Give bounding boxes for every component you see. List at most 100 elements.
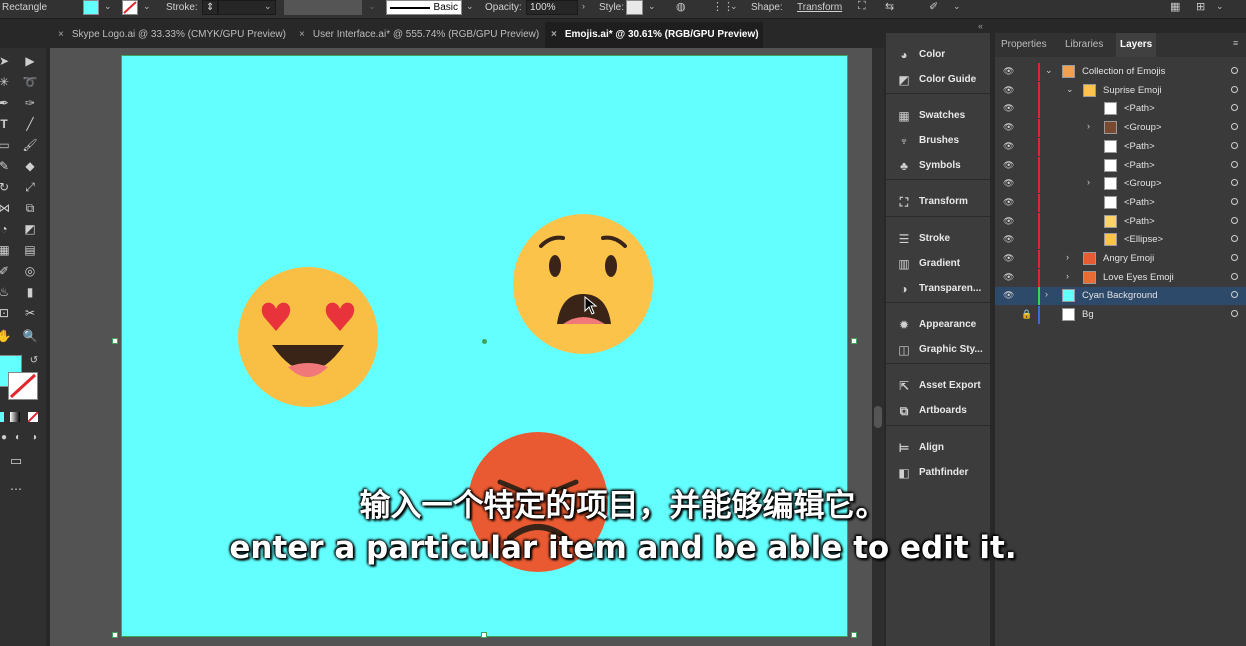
line-tool-icon[interactable]: ╱ bbox=[22, 116, 38, 132]
layer-row[interactable]: 👁 <Path> bbox=[995, 212, 1246, 231]
paintbrush-tool-icon[interactable]: 🖌 bbox=[22, 137, 38, 153]
zoom-tool-icon[interactable]: 🔍 bbox=[22, 328, 38, 344]
visibility-eye-icon[interactable]: 👁 bbox=[1003, 234, 1014, 245]
swap-fill-stroke-icon[interactable]: ↺ bbox=[26, 353, 42, 369]
target-circle-icon[interactable] bbox=[1231, 123, 1238, 131]
mesh-tool-icon[interactable]: ▦ bbox=[0, 242, 12, 258]
opacity-input[interactable]: 100% bbox=[526, 0, 578, 15]
dock-item-brushes[interactable]: ♆ Brushes bbox=[886, 130, 990, 152]
gradient-mode-icon[interactable] bbox=[10, 412, 20, 422]
arrange-documents-icon[interactable]: ▦ bbox=[1170, 0, 1180, 13]
brush-definition[interactable]: Basic bbox=[386, 0, 462, 15]
pencil-tool-icon[interactable]: ✎ bbox=[0, 158, 12, 174]
pen-tool-icon[interactable]: ✒ bbox=[0, 95, 12, 111]
visibility-eye-icon[interactable]: 👁 bbox=[1003, 103, 1014, 114]
layer-row[interactable]: 🔒 Bg bbox=[995, 306, 1246, 325]
chevron-down-icon[interactable]: ⌄ bbox=[1045, 65, 1053, 76]
type-tool-icon[interactable]: T bbox=[0, 116, 12, 132]
target-circle-icon[interactable] bbox=[1231, 104, 1238, 112]
rotate-tool-icon[interactable]: ↻ bbox=[0, 179, 12, 195]
dock-item-color[interactable]: ◕ Color bbox=[886, 44, 990, 66]
collapse-panels-icon[interactable]: « bbox=[978, 21, 983, 31]
dock-item-stroke[interactable]: ☰ Stroke bbox=[886, 228, 990, 250]
reflect-icon[interactable]: ⇆ bbox=[885, 0, 894, 13]
color-mode-icon[interactable] bbox=[0, 412, 4, 422]
layer-row[interactable]: 👁 <Ellipse> bbox=[995, 231, 1246, 250]
dock-item-align[interactable]: ⊨ Align bbox=[886, 437, 990, 459]
draw-inside-icon[interactable]: ◑ bbox=[26, 430, 42, 446]
layer-row[interactable]: 👁 › Cyan Background bbox=[995, 287, 1246, 306]
layer-row[interactable]: 👁 <Path> bbox=[995, 156, 1246, 175]
selection-handle[interactable] bbox=[112, 632, 118, 638]
chevron-down-icon[interactable]: ⌄ bbox=[730, 1, 738, 12]
target-circle-icon[interactable] bbox=[1231, 141, 1238, 149]
scrollbar-thumb[interactable] bbox=[874, 406, 882, 428]
dock-item-color-guide[interactable]: ◩ Color Guide bbox=[886, 69, 990, 91]
graphic-style-swatch[interactable] bbox=[626, 0, 643, 15]
stroke-swatch[interactable] bbox=[122, 0, 138, 15]
chevron-down-icon[interactable]: ⌄ bbox=[104, 1, 112, 12]
chevron-right-icon[interactable]: › bbox=[1066, 271, 1069, 281]
dock-item-asset-export[interactable]: ⇱ Asset Export bbox=[886, 375, 990, 397]
target-circle-icon[interactable] bbox=[1231, 310, 1238, 318]
chevron-down-icon[interactable]: ⌄ bbox=[648, 1, 656, 12]
visibility-eye-icon[interactable]: 👁 bbox=[1003, 122, 1014, 133]
target-circle-icon[interactable] bbox=[1231, 235, 1238, 243]
close-icon[interactable]: × bbox=[58, 29, 64, 40]
chevron-right-icon[interactable]: › bbox=[1045, 289, 1048, 299]
visibility-eye-icon[interactable]: 👁 bbox=[1003, 216, 1014, 227]
selection-tool-icon[interactable]: ➤ bbox=[0, 53, 12, 69]
lasso-tool-icon[interactable]: ➰ bbox=[22, 74, 38, 90]
visibility-eye-icon[interactable]: 👁 bbox=[1003, 178, 1014, 189]
chevron-right-icon[interactable]: › bbox=[1066, 252, 1069, 262]
surprise-emoji[interactable] bbox=[511, 212, 655, 356]
dock-item-swatches[interactable]: ▦ Swatches bbox=[886, 105, 990, 127]
blend-tool-icon[interactable]: ◎ bbox=[22, 263, 38, 279]
symbol-sprayer-tool-icon[interactable]: ♨ bbox=[0, 284, 12, 300]
tab-user-interface[interactable]: × User Interface.ai* @ 555.74% (RGB/GPU P… bbox=[293, 22, 547, 48]
layer-row[interactable]: 👁 <Path> bbox=[995, 193, 1246, 212]
selection-handle[interactable] bbox=[112, 338, 118, 344]
target-circle-icon[interactable] bbox=[1231, 254, 1238, 261]
hand-tool-icon[interactable]: ✋ bbox=[0, 328, 12, 344]
target-circle-icon[interactable] bbox=[1231, 197, 1238, 205]
selection-handle[interactable] bbox=[851, 338, 857, 344]
scale-tool-icon[interactable]: ⤢ bbox=[22, 179, 38, 195]
chevron-down-icon[interactable]: ⌄ bbox=[466, 1, 474, 12]
draw-behind-icon[interactable]: ◐ bbox=[10, 430, 26, 446]
shape-builder-tool-icon[interactable]: ◔ bbox=[0, 221, 12, 237]
dock-item-appearance[interactable]: ✹ Appearance bbox=[886, 314, 990, 336]
direct-selection-tool-icon[interactable]: ▶ bbox=[22, 53, 38, 69]
tab-properties[interactable]: Properties bbox=[1001, 33, 1047, 57]
target-circle-icon[interactable] bbox=[1231, 179, 1238, 187]
workspace-icon[interactable]: ⊞ bbox=[1196, 0, 1205, 13]
tab-libraries[interactable]: Libraries bbox=[1065, 33, 1103, 57]
layer-row[interactable]: 👁 <Path> bbox=[995, 137, 1246, 156]
visibility-eye-icon[interactable]: 👁 bbox=[1003, 290, 1014, 301]
visibility-eye-icon[interactable]: 👁 bbox=[1003, 272, 1014, 283]
chevron-right-icon[interactable]: › bbox=[1087, 177, 1090, 187]
close-icon[interactable]: × bbox=[299, 29, 305, 40]
layer-row[interactable]: 👁 › <Group> bbox=[995, 175, 1246, 194]
none-mode-icon[interactable] bbox=[28, 412, 38, 422]
dock-item-graphic-styles[interactable]: ◫ Graphic Sty... bbox=[886, 339, 990, 361]
transform-link[interactable]: Transform bbox=[797, 2, 842, 13]
eyedropper-tool-icon[interactable]: ✐ bbox=[0, 263, 12, 279]
chevron-right-icon[interactable]: › bbox=[1087, 121, 1090, 131]
visibility-eye-icon[interactable]: 👁 bbox=[1003, 160, 1014, 171]
recolor-artwork-icon[interactable]: ◍ bbox=[676, 0, 686, 13]
chevron-down-icon[interactable]: ⌄ bbox=[953, 1, 961, 12]
layer-row[interactable]: 👁 ⌄ Suprise Emoji bbox=[995, 81, 1246, 100]
target-circle-icon[interactable] bbox=[1231, 67, 1238, 74]
chevron-down-icon[interactable]: ⌄ bbox=[264, 1, 272, 12]
chevron-right-icon[interactable]: › bbox=[582, 1, 585, 11]
transform-each-icon[interactable]: ⛶ bbox=[858, 0, 866, 13]
target-circle-icon[interactable] bbox=[1231, 216, 1238, 224]
target-circle-icon[interactable] bbox=[1231, 85, 1238, 93]
tab-emojis[interactable]: × Emojis.ai* @ 30.61% (RGB/GPU Preview) bbox=[545, 22, 763, 48]
tab-layers[interactable]: Layers bbox=[1116, 33, 1157, 57]
slice-tool-icon[interactable]: ✂ bbox=[22, 305, 38, 321]
dock-item-transparency[interactable]: ◑ Transparen... bbox=[886, 278, 990, 300]
puppet-warp-icon[interactable]: ✐ bbox=[929, 0, 938, 13]
tab-skype-logo[interactable]: × Skype Logo.ai @ 33.33% (CMYK/GPU Previe… bbox=[52, 22, 294, 48]
